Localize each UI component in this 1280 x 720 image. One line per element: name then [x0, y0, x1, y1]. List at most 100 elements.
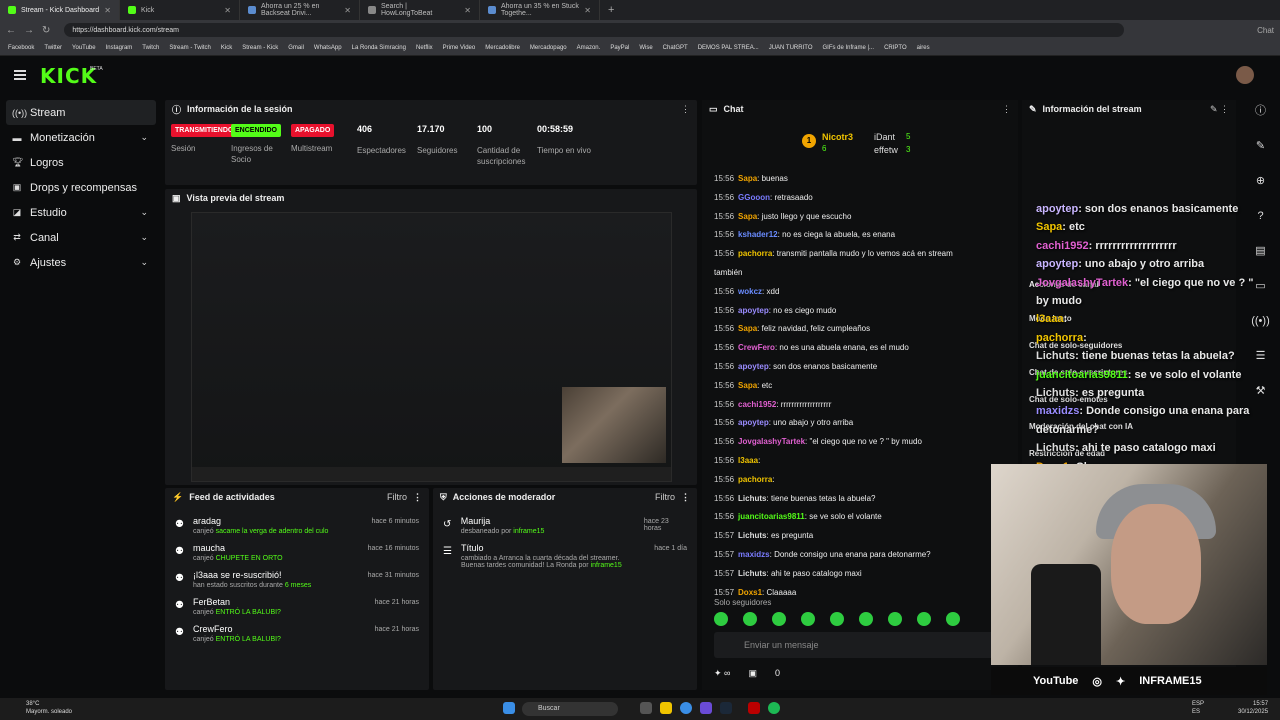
bookmark-item[interactable]: YouTube	[72, 45, 96, 51]
sidebar-item-monetizacion[interactable]: ▬ Monetización ⌄	[0, 125, 160, 150]
discord-icon[interactable]	[700, 702, 712, 714]
emote-icon[interactable]	[888, 612, 902, 626]
bookmark-item[interactable]: GIFs de Inframe |...	[822, 45, 874, 51]
language-indicator[interactable]: ESP ES	[1192, 700, 1206, 716]
chat-username[interactable]: cachi1952	[738, 400, 776, 409]
close-icon[interactable]: ✕	[584, 6, 591, 15]
chat-username[interactable]: Lichuts	[738, 569, 766, 578]
reload-icon[interactable]: ↻	[42, 25, 50, 36]
list-icon[interactable]: ☰	[1250, 345, 1272, 367]
close-icon[interactable]: ✕	[464, 6, 471, 15]
more-options-icon[interactable]: ⋮	[681, 492, 690, 503]
wrench-icon[interactable]: ⚒	[1250, 380, 1272, 402]
url-input[interactable]: https://dashboard.kick.com/stream	[64, 23, 1125, 37]
chat-username[interactable]: Sapa	[738, 212, 757, 221]
task-view-icon[interactable]	[640, 702, 652, 714]
emote-icon[interactable]	[946, 612, 960, 626]
filter-button[interactable]: Filtro	[655, 492, 675, 502]
bookmark-item[interactable]: Stream - Kick	[242, 45, 278, 51]
chat-username[interactable]: GGooon	[738, 193, 770, 202]
taskbar-search[interactable]: Buscar	[522, 702, 618, 716]
windows-start-icon[interactable]	[503, 702, 515, 714]
browser-tab-steam-2[interactable]: Ahorra un 35 % en Stuck Togethe... ✕	[480, 0, 600, 20]
close-icon[interactable]: ✕	[224, 6, 231, 15]
chat-username[interactable]: apoytep	[738, 362, 769, 371]
emote-icon[interactable]	[801, 612, 815, 626]
target-icon[interactable]: ⊕	[1250, 170, 1272, 192]
chat-username[interactable]: Sapa	[738, 174, 757, 183]
document-icon[interactable]: ▤	[1250, 240, 1272, 262]
bookmark-item[interactable]: Twitter	[44, 45, 62, 51]
bookmark-item[interactable]: aires	[917, 45, 930, 51]
chat-username[interactable]: pachorra	[738, 475, 772, 484]
more-options-icon[interactable]: ⋮	[413, 492, 422, 503]
feed-user[interactable]: CrewFero	[193, 624, 281, 634]
menu-icon[interactable]	[14, 70, 26, 80]
feed-user[interactable]: ¡l3aaa se re-suscribió!	[193, 570, 311, 580]
broadcast-icon[interactable]: ((•))	[1250, 310, 1272, 332]
chat-username[interactable]: kshader12	[738, 230, 778, 239]
file-explorer-icon[interactable]	[660, 702, 672, 714]
browser-tab-hltb[interactable]: Search | HowLongToBeat ✕	[360, 0, 480, 20]
taskbar-clock[interactable]: 15:57 30/12/2025	[1238, 700, 1268, 716]
bookmark-item[interactable]: DEMOS PAL STREA...	[698, 45, 759, 51]
bookmark-item[interactable]: La Ronda Simracing	[352, 45, 406, 51]
bookmark-item[interactable]: Wise	[639, 45, 652, 51]
mod-by[interactable]: inframe15	[513, 528, 544, 535]
avatar[interactable]	[1236, 66, 1254, 84]
chat-username[interactable]: Doxs1	[738, 588, 762, 597]
bookmark-item[interactable]: PayPal	[610, 45, 629, 51]
emote-icon[interactable]	[714, 612, 728, 626]
chat-username[interactable]: Lichuts	[738, 531, 766, 540]
emote-icon[interactable]	[772, 612, 786, 626]
chat-username[interactable]: pachorra	[738, 249, 772, 258]
mod-by[interactable]: inframe15	[591, 562, 622, 569]
stream-preview-video[interactable]	[191, 212, 672, 482]
weather-widget[interactable]: 38°C Mayorm. soleado	[26, 700, 72, 716]
edit-icon[interactable]: ✎ ⋮	[1210, 104, 1229, 115]
chat-username[interactable]: apoytep	[738, 306, 769, 315]
feed-user[interactable]: FerBetan	[193, 597, 281, 607]
obs-icon[interactable]	[748, 702, 760, 714]
edge-icon[interactable]	[680, 702, 692, 714]
chat-username[interactable]: Sapa	[738, 381, 757, 390]
kick-logo[interactable]: KICK	[40, 64, 97, 88]
feed-user[interactable]: maucha	[193, 543, 283, 553]
sidebar-item-stream[interactable]: ((•)) Stream	[6, 100, 156, 125]
chat-extension-button[interactable]: Chat	[1257, 26, 1274, 35]
back-icon[interactable]: ←	[6, 25, 16, 36]
bookmark-item[interactable]: Instagram	[106, 45, 133, 51]
help-icon[interactable]: ?	[1250, 205, 1272, 227]
chat-message-input[interactable]: Enviar un mensaje	[714, 632, 1004, 658]
gift-icon[interactable]: ▣	[748, 668, 757, 679]
new-tab-button[interactable]: +	[600, 4, 622, 16]
browser-tab-stream[interactable]: Stream - Kick Dashboard ✕	[0, 0, 120, 20]
bookmark-item[interactable]: JUAN TURRITO	[769, 45, 813, 51]
sidebar-item-estudio[interactable]: ◪ Estudio ⌄	[0, 200, 160, 225]
chat-username[interactable]: Sapa	[738, 324, 757, 333]
chat-username[interactable]: Lichuts	[738, 494, 766, 503]
chat-username[interactable]: CrewFero	[738, 343, 775, 352]
forward-icon[interactable]: →	[24, 25, 34, 36]
info-icon[interactable]: ⓘ	[1250, 100, 1272, 122]
bookmark-item[interactable]: Stream - Twitch	[169, 45, 211, 51]
bookmark-item[interactable]: Twitch	[142, 45, 159, 51]
bookmark-item[interactable]: ChatGPT	[663, 45, 688, 51]
chat-username[interactable]: l3aaa	[738, 456, 758, 465]
close-icon[interactable]: ✕	[344, 6, 351, 15]
emote-icon[interactable]	[917, 612, 931, 626]
chat-username[interactable]: apoytep	[738, 418, 769, 427]
bookmark-item[interactable]: Kick	[221, 45, 232, 51]
bookmark-item[interactable]: Netflix	[416, 45, 433, 51]
sidebar-item-logros[interactable]: 🏆︎ Logros	[0, 150, 160, 175]
chat-username[interactable]: wokcz	[738, 287, 762, 296]
steam-icon[interactable]	[720, 702, 732, 714]
bookmark-item[interactable]: CRIPTO	[884, 45, 907, 51]
emote-icon[interactable]	[859, 612, 873, 626]
emote-icon[interactable]	[830, 612, 844, 626]
bookmark-item[interactable]: Mercadopago	[530, 45, 567, 51]
bookmark-item[interactable]: Prime Video	[443, 45, 476, 51]
pencil-icon[interactable]: ✎	[1250, 135, 1272, 157]
more-options-icon[interactable]: ⋮	[681, 104, 690, 115]
bookmark-item[interactable]: WhatsApp	[314, 45, 342, 51]
